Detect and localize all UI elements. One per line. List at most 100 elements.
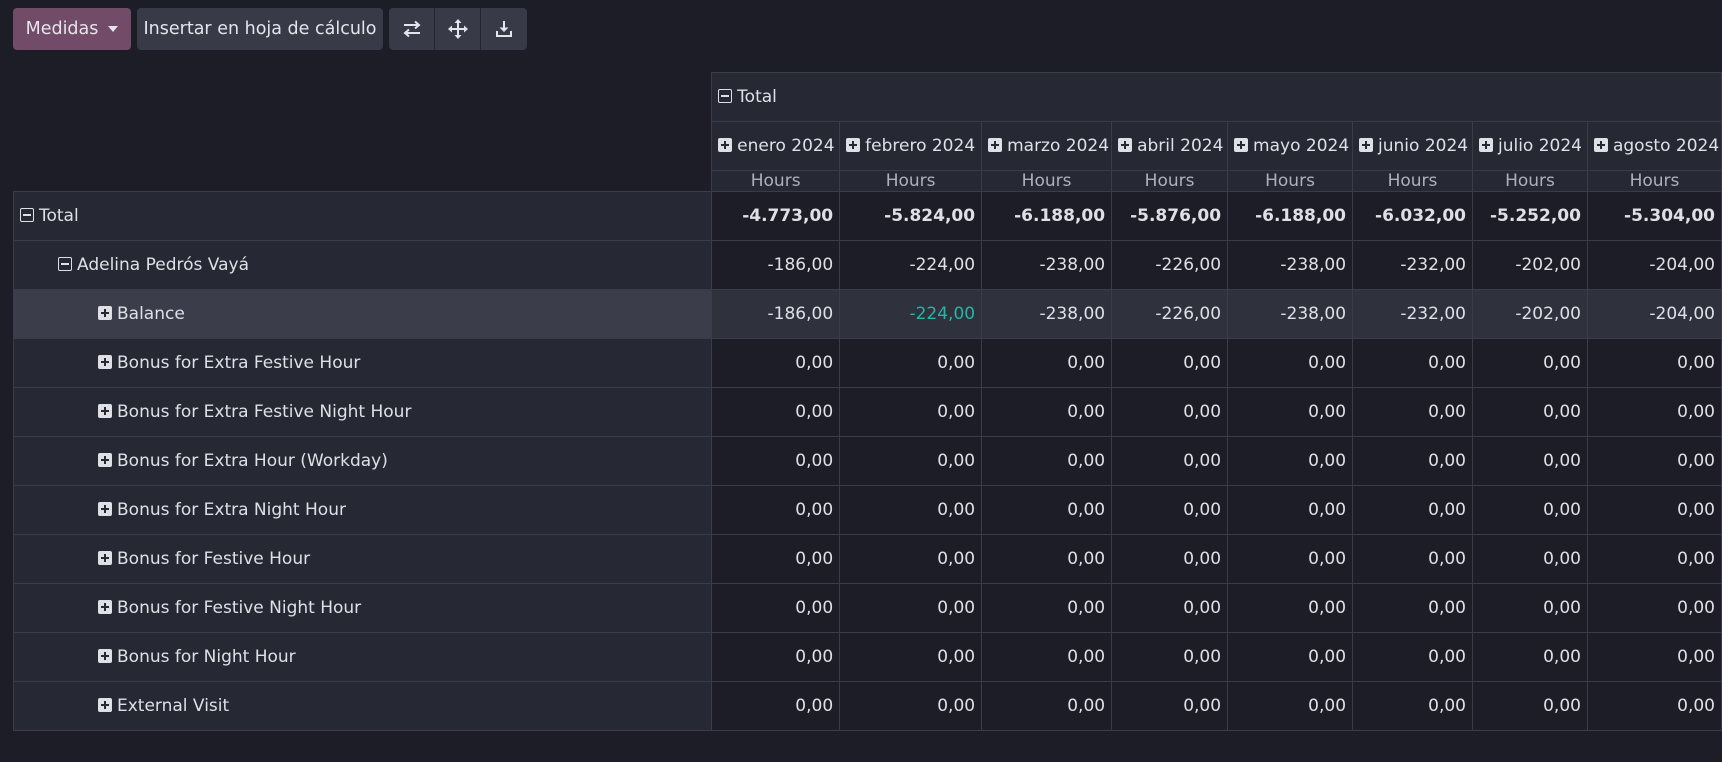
pivot-cell[interactable]: 0,00: [711, 436, 841, 486]
pivot-cell[interactable]: 0,00: [1352, 632, 1473, 682]
pivot-cell[interactable]: 0,00: [1111, 583, 1229, 633]
pivot-cell[interactable]: 0,00: [711, 681, 841, 731]
pivot-cell[interactable]: 0,00: [1227, 583, 1354, 633]
pivot-cell[interactable]: 0,00: [839, 583, 983, 633]
pivot-cell[interactable]: 0,00: [1471, 583, 1588, 633]
pivot-cell[interactable]: -204,00: [1586, 289, 1722, 339]
pivot-cell[interactable]: -6.032,00: [1352, 191, 1473, 241]
row-header[interactable]: Bonus for Extra Festive Night Hour: [12, 387, 713, 437]
pivot-cell[interactable]: 0,00: [1227, 681, 1354, 731]
row-header[interactable]: Bonus for Night Hour: [12, 632, 713, 682]
pivot-cell[interactable]: -232,00: [1352, 240, 1473, 290]
pivot-cell[interactable]: 0,00: [1111, 387, 1229, 437]
row-header[interactable]: External Visit: [12, 681, 713, 731]
pivot-cell[interactable]: 0,00: [839, 436, 983, 486]
pivot-cell[interactable]: 0,00: [839, 338, 983, 388]
pivot-cell[interactable]: -5.876,00: [1111, 191, 1229, 241]
pivot-cell[interactable]: -238,00: [1227, 240, 1354, 290]
pivot-cell[interactable]: 0,00: [1352, 681, 1473, 731]
pivot-cell[interactable]: 0,00: [1227, 387, 1354, 437]
pivot-cell[interactable]: 0,00: [839, 681, 983, 731]
col-header-month[interactable]: enero 2024: [711, 121, 841, 171]
measures-dropdown-button[interactable]: Medidas: [13, 8, 131, 50]
pivot-cell[interactable]: 0,00: [1586, 632, 1722, 682]
col-header-month[interactable]: mayo 2024: [1227, 121, 1354, 171]
pivot-cell[interactable]: 0,00: [1227, 534, 1354, 584]
pivot-cell[interactable]: 0,00: [1471, 534, 1588, 584]
pivot-cell[interactable]: 0,00: [1227, 436, 1354, 486]
pivot-cell[interactable]: -226,00: [1111, 289, 1229, 339]
pivot-cell[interactable]: -202,00: [1471, 240, 1588, 290]
row-header[interactable]: Adelina Pedrós Vayá: [12, 240, 713, 290]
pivot-cell[interactable]: 0,00: [1352, 436, 1473, 486]
measure-header[interactable]: Hours: [1111, 170, 1229, 192]
pivot-cell[interactable]: -238,00: [981, 240, 1113, 290]
pivot-cell[interactable]: 0,00: [1227, 485, 1354, 535]
pivot-cell[interactable]: -5.252,00: [1471, 191, 1588, 241]
pivot-cell[interactable]: 0,00: [1471, 681, 1588, 731]
pivot-cell[interactable]: 0,00: [1586, 485, 1722, 535]
pivot-cell[interactable]: 0,00: [981, 485, 1113, 535]
pivot-cell[interactable]: 0,00: [1111, 338, 1229, 388]
pivot-cell[interactable]: 0,00: [1227, 338, 1354, 388]
pivot-cell[interactable]: 0,00: [711, 583, 841, 633]
pivot-cell[interactable]: -5.304,00: [1586, 191, 1722, 241]
col-header-month[interactable]: junio 2024: [1352, 121, 1473, 171]
row-header[interactable]: Bonus for Extra Festive Hour: [12, 338, 713, 388]
pivot-cell[interactable]: -5.824,00: [839, 191, 983, 241]
pivot-cell[interactable]: 0,00: [981, 681, 1113, 731]
pivot-cell[interactable]: 0,00: [1471, 485, 1588, 535]
pivot-cell[interactable]: 0,00: [711, 485, 841, 535]
pivot-cell[interactable]: -238,00: [981, 289, 1113, 339]
col-header-month[interactable]: agosto 2024: [1586, 121, 1722, 171]
pivot-cell[interactable]: -224,00: [839, 240, 983, 290]
pivot-cell[interactable]: 0,00: [1352, 387, 1473, 437]
pivot-cell[interactable]: 0,00: [1471, 387, 1588, 437]
pivot-cell[interactable]: 0,00: [1586, 387, 1722, 437]
pivot-cell[interactable]: -224,00: [839, 289, 983, 339]
measure-header[interactable]: Hours: [839, 170, 983, 192]
pivot-cell[interactable]: 0,00: [1471, 338, 1588, 388]
pivot-cell[interactable]: 0,00: [1586, 534, 1722, 584]
pivot-cell[interactable]: 0,00: [839, 485, 983, 535]
pivot-cell[interactable]: 0,00: [1352, 338, 1473, 388]
pivot-cell[interactable]: 0,00: [1111, 681, 1229, 731]
pivot-cell[interactable]: 0,00: [1586, 436, 1722, 486]
pivot-cell[interactable]: -238,00: [1227, 289, 1354, 339]
pivot-cell[interactable]: 0,00: [839, 534, 983, 584]
col-header-month[interactable]: febrero 2024: [839, 121, 983, 171]
col-header-month[interactable]: marzo 2024: [981, 121, 1113, 171]
pivot-cell[interactable]: 0,00: [1352, 485, 1473, 535]
pivot-cell[interactable]: 0,00: [981, 632, 1113, 682]
pivot-cell[interactable]: -4.773,00: [711, 191, 841, 241]
row-header[interactable]: Bonus for Extra Hour (Workday): [12, 436, 713, 486]
insert-spreadsheet-button[interactable]: Insertar en hoja de cálculo: [137, 8, 383, 50]
col-header-month[interactable]: julio 2024: [1471, 121, 1588, 171]
pivot-cell[interactable]: -186,00: [711, 240, 841, 290]
pivot-cell[interactable]: 0,00: [1111, 436, 1229, 486]
measure-header[interactable]: Hours: [711, 170, 841, 192]
pivot-cell[interactable]: 0,00: [981, 534, 1113, 584]
pivot-cell[interactable]: 0,00: [711, 632, 841, 682]
pivot-cell[interactable]: 0,00: [1111, 485, 1229, 535]
row-header[interactable]: Total: [12, 191, 713, 241]
measure-header[interactable]: Hours: [981, 170, 1113, 192]
pivot-cell[interactable]: 0,00: [981, 387, 1113, 437]
flip-axis-button[interactable]: [389, 8, 435, 50]
pivot-cell[interactable]: 0,00: [839, 387, 983, 437]
col-header-total[interactable]: Total: [711, 72, 1722, 122]
measure-header[interactable]: Hours: [1352, 170, 1473, 192]
pivot-cell[interactable]: -186,00: [711, 289, 841, 339]
pivot-cell[interactable]: 0,00: [1471, 632, 1588, 682]
pivot-cell[interactable]: 0,00: [1352, 583, 1473, 633]
row-header[interactable]: Bonus for Festive Night Hour: [12, 583, 713, 633]
pivot-cell[interactable]: 0,00: [981, 583, 1113, 633]
pivot-cell[interactable]: 0,00: [1352, 534, 1473, 584]
pivot-cell[interactable]: -202,00: [1471, 289, 1588, 339]
measure-header[interactable]: Hours: [1227, 170, 1354, 192]
measure-header[interactable]: Hours: [1471, 170, 1588, 192]
row-header[interactable]: Bonus for Festive Hour: [12, 534, 713, 584]
pivot-cell[interactable]: 0,00: [1111, 534, 1229, 584]
row-header[interactable]: Balance: [12, 289, 713, 339]
pivot-cell[interactable]: 0,00: [1586, 583, 1722, 633]
